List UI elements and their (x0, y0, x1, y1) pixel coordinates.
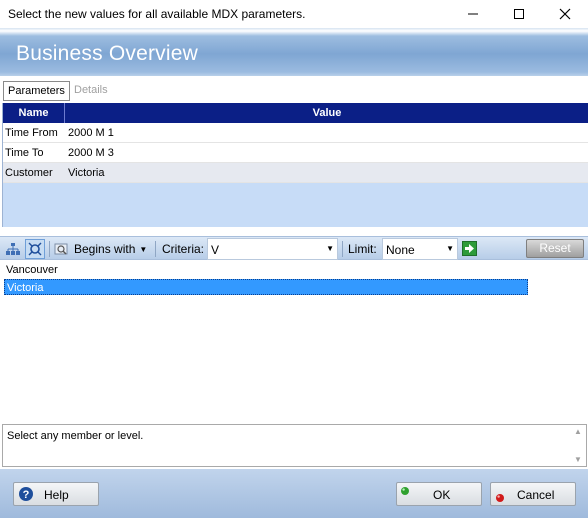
title-bar: Select the new values for all available … (0, 0, 588, 28)
search-members-icon (28, 242, 42, 256)
cancel-label: Cancel (517, 488, 555, 502)
param-name: Time From (5, 127, 58, 139)
find-icon (54, 243, 68, 255)
hierarchy-icon (6, 243, 20, 255)
arrow-right-icon (465, 244, 474, 253)
dialog-footer: ? Help OK Cancel (0, 469, 588, 518)
minimize-icon (468, 13, 478, 15)
help-icon: ? (19, 487, 33, 501)
help-label: Help (44, 488, 69, 502)
member-list: Vancouver Victoria (0, 261, 588, 422)
tab-parameters[interactable]: Parameters (3, 81, 70, 101)
maximize-icon (514, 9, 524, 19)
criteria-combobox[interactable]: V ▼ (207, 238, 338, 260)
criteria-value: V (211, 243, 220, 257)
description-scrollbar[interactable]: ▲ ▼ (572, 427, 584, 464)
scroll-down-icon[interactable]: ▼ (574, 455, 582, 464)
match-mode-dropdown[interactable]: Begins with ▼ (54, 239, 147, 259)
maximize-button[interactable] (496, 0, 542, 28)
ok-button[interactable]: OK (396, 482, 482, 506)
tab-strip: Parameters Details (0, 76, 588, 102)
cancel-button[interactable]: Cancel (490, 482, 576, 506)
toolbar-separator (155, 241, 156, 257)
limit-combobox[interactable]: None ▼ (382, 238, 458, 260)
param-value: 2000 M 3 (68, 147, 114, 159)
help-button[interactable]: ? Help (13, 482, 99, 506)
grid-row[interactable]: Time To 2000 M 3 (3, 143, 588, 163)
window-title: Select the new values for all available … (8, 7, 306, 21)
param-value: Victoria (68, 167, 105, 179)
ok-label: OK (433, 488, 451, 502)
minimize-button[interactable] (450, 0, 496, 28)
criteria-label: Criteria: (162, 242, 205, 256)
param-value: 2000 M 1 (68, 127, 114, 139)
description-text: Select any member or level. (7, 430, 144, 442)
cancel-red-dot-icon (496, 494, 504, 502)
member-search-toolbar: Begins with ▼ Criteria: V ▼ Limit: None … (0, 236, 588, 260)
report-title: Business Overview (16, 42, 198, 65)
close-icon (559, 8, 571, 20)
grid-row-selected[interactable]: Customer Victoria (3, 163, 588, 183)
scroll-up-icon[interactable]: ▲ (574, 427, 582, 436)
list-item[interactable]: Vancouver (4, 262, 528, 278)
grid-header: Name Value (3, 103, 588, 123)
hierarchy-view-button[interactable] (3, 239, 23, 259)
close-button[interactable] (542, 0, 588, 28)
report-banner: Business Overview (0, 28, 588, 76)
chevron-down-icon: ▼ (139, 244, 148, 254)
limit-value: None (386, 243, 415, 257)
param-name: Time To (5, 147, 44, 159)
apply-search-button[interactable] (462, 241, 477, 256)
chevron-down-icon: ▼ (326, 244, 334, 253)
param-name: Customer (5, 167, 53, 179)
reset-button[interactable]: Reset (526, 239, 584, 258)
column-header-name[interactable]: Name (3, 103, 65, 123)
match-mode-label: Begins with (74, 242, 136, 256)
list-item-selected[interactable]: Victoria (4, 279, 528, 295)
chevron-down-icon: ▼ (446, 244, 454, 253)
parameters-grid: Name Value Time From 2000 M 1 Time To 20… (2, 103, 588, 227)
tab-details[interactable]: Details (70, 81, 112, 101)
grid-row[interactable]: Time From 2000 M 1 (3, 123, 588, 143)
toolbar-separator (49, 241, 50, 257)
column-header-value[interactable]: Value (65, 103, 588, 123)
limit-label: Limit: (348, 242, 377, 256)
description-box: Select any member or level. ▲ ▼ (2, 424, 587, 467)
search-view-button[interactable] (25, 239, 45, 259)
svg-text:?: ? (23, 489, 30, 501)
toolbar-separator (342, 241, 343, 257)
ok-green-dot-icon (401, 487, 409, 495)
